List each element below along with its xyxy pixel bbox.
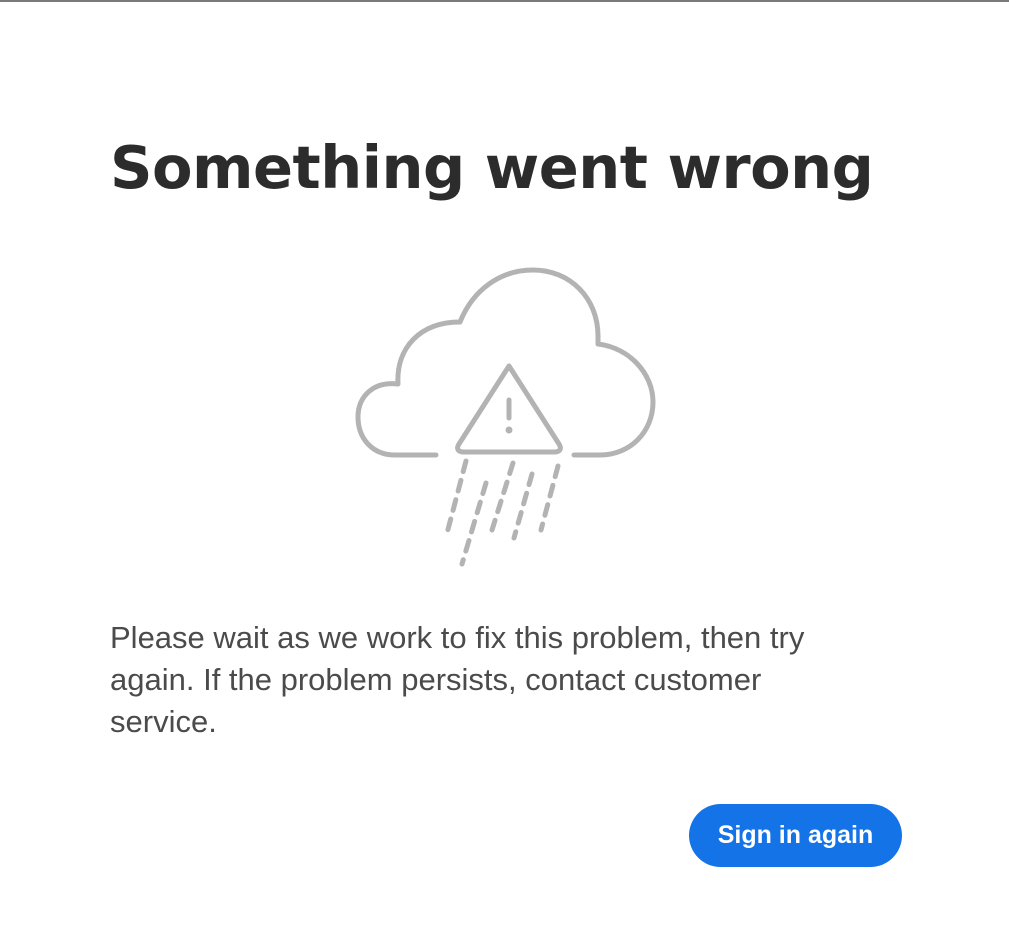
cloud-warning-rain-icon — [355, 267, 656, 567]
error-title: Something went wrong — [110, 133, 874, 202]
error-page: Something went wrong Please wait as we w… — [0, 0, 1009, 941]
error-message: Please wait as we work to fix this probl… — [110, 620, 805, 739]
sign-in-again-button[interactable]: Sign in again — [689, 804, 902, 867]
cloud-outline — [355, 267, 656, 458]
window-top-border — [0, 0, 1009, 2]
rain-drops — [443, 458, 561, 567]
exclamation-dot — [505, 426, 513, 434]
